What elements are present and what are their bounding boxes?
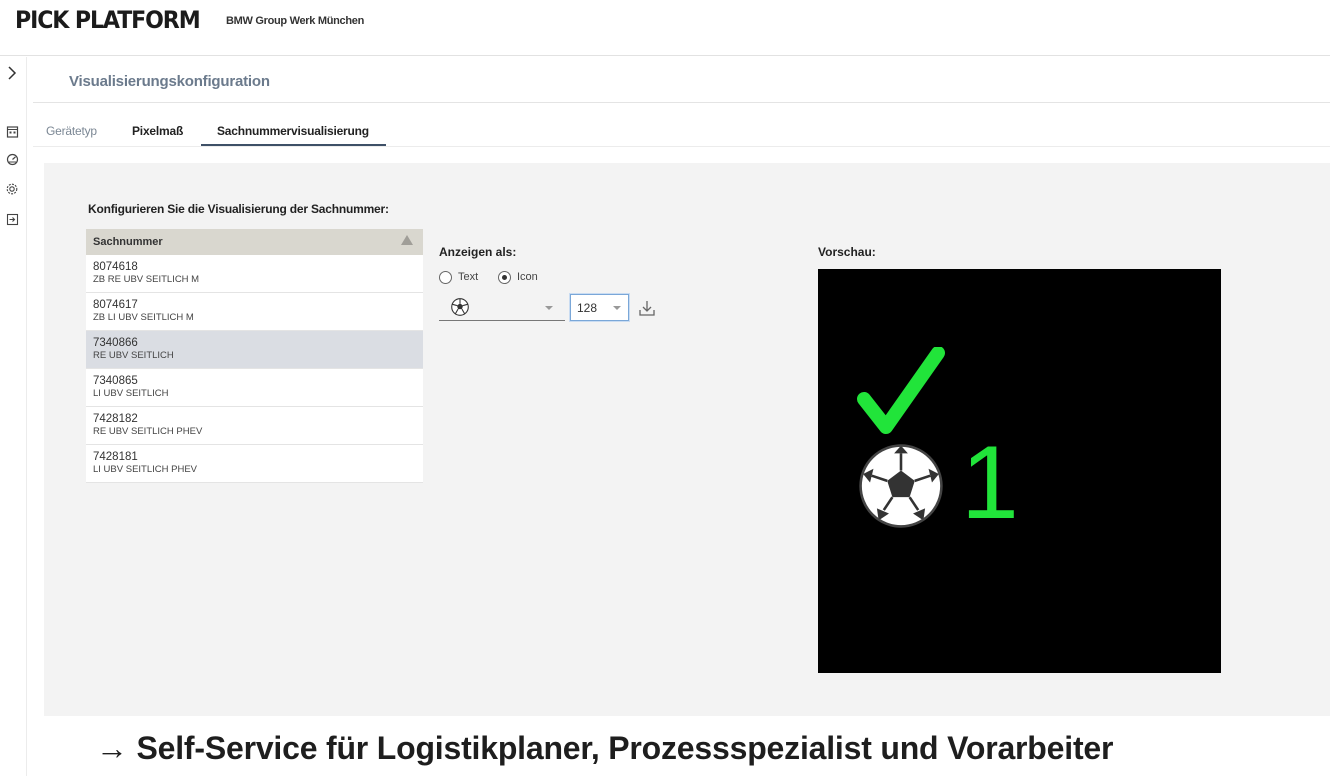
radio-icon[interactable] [498,271,511,284]
soccer-ball-icon [858,443,944,534]
part-description: RE UBV SEITLICH PHEV [93,426,203,437]
side-rail [0,57,27,776]
tab-divider [33,146,1330,147]
part-number: 7428181 [93,451,138,463]
tab-pixelmass[interactable]: Pixelmaß [132,124,183,138]
table-row[interactable]: 7340865 LI UBV SEITLICH [86,369,423,407]
part-number: 8074617 [93,299,138,311]
soccer-ball-icon [451,298,469,321]
table-row[interactable]: 7428182 RE UBV SEITLICH PHEV [86,407,423,445]
radio-icon-label[interactable]: Icon [517,271,538,283]
part-number: 7428182 [93,413,138,425]
sachnummer-table: Sachnummer 8074618 ZB RE UBV SEITLICH M … [86,229,423,483]
download-icon[interactable] [638,299,656,317]
checkmark-icon [856,346,946,442]
chevron-down-icon [545,306,553,310]
part-number: 7340865 [93,375,138,387]
tab-sachnummervisualisierung[interactable]: Sachnummervisualisierung [217,124,369,138]
preview-label: Vorschau: [818,245,876,259]
part-number: 8074618 [93,261,138,273]
radio-text-label[interactable]: Text [458,271,478,283]
part-description: ZB RE UBV SEITLICH M [93,274,200,285]
slide-caption: → Self-Service für Logistikplaner, Proze… [96,730,1114,766]
size-select[interactable]: 128 [570,294,629,321]
plant-name: BMW Group Werk München [226,15,365,27]
column-header-sachnummer: Sachnummer [93,236,163,248]
table-row[interactable]: 7428181 LI UBV SEITLICH PHEV [86,445,423,483]
preview-count: 1 [961,425,1019,541]
title-divider [33,102,1330,103]
part-description: LI UBV SEITLICH [93,388,169,399]
tab-geraetetyp[interactable]: Gerätetyp [46,124,97,138]
radio-text[interactable] [439,271,452,284]
page-title: Visualisierungskonfiguration [69,73,270,90]
part-description: ZB LI UBV SEITLICH M [93,312,194,323]
chevron-down-icon [613,306,621,310]
chevron-right-icon[interactable] [4,65,20,81]
part-description: LI UBV SEITLICH PHEV [93,464,198,475]
top-bar: PICK PLATFORM BMW Group Werk München [0,0,1330,56]
part-description: RE UBV SEITLICH [93,350,174,361]
logout-icon[interactable] [4,211,20,227]
table-row[interactable]: 8074618 ZB RE UBV SEITLICH M [86,255,423,293]
gear-icon[interactable] [4,181,20,197]
preview-canvas: 1 [818,269,1221,673]
config-instruction: Konfigurieren Sie die Visualisierung der… [88,202,389,216]
icon-select[interactable] [439,294,565,321]
app-brand: PICK PLATFORM [15,6,201,34]
building-icon[interactable] [4,123,20,139]
display-as-label: Anzeigen als: [439,245,517,259]
table-row[interactable]: 8074617 ZB LI UBV SEITLICH M [86,293,423,331]
table-row-selected[interactable]: 7340866 RE UBV SEITLICH [86,331,423,369]
size-value: 128 [577,301,598,315]
sort-ascending-icon[interactable] [401,235,413,245]
part-number: 7340866 [93,337,138,349]
table-header[interactable]: Sachnummer [86,229,423,255]
dashboard-icon[interactable] [4,151,20,167]
